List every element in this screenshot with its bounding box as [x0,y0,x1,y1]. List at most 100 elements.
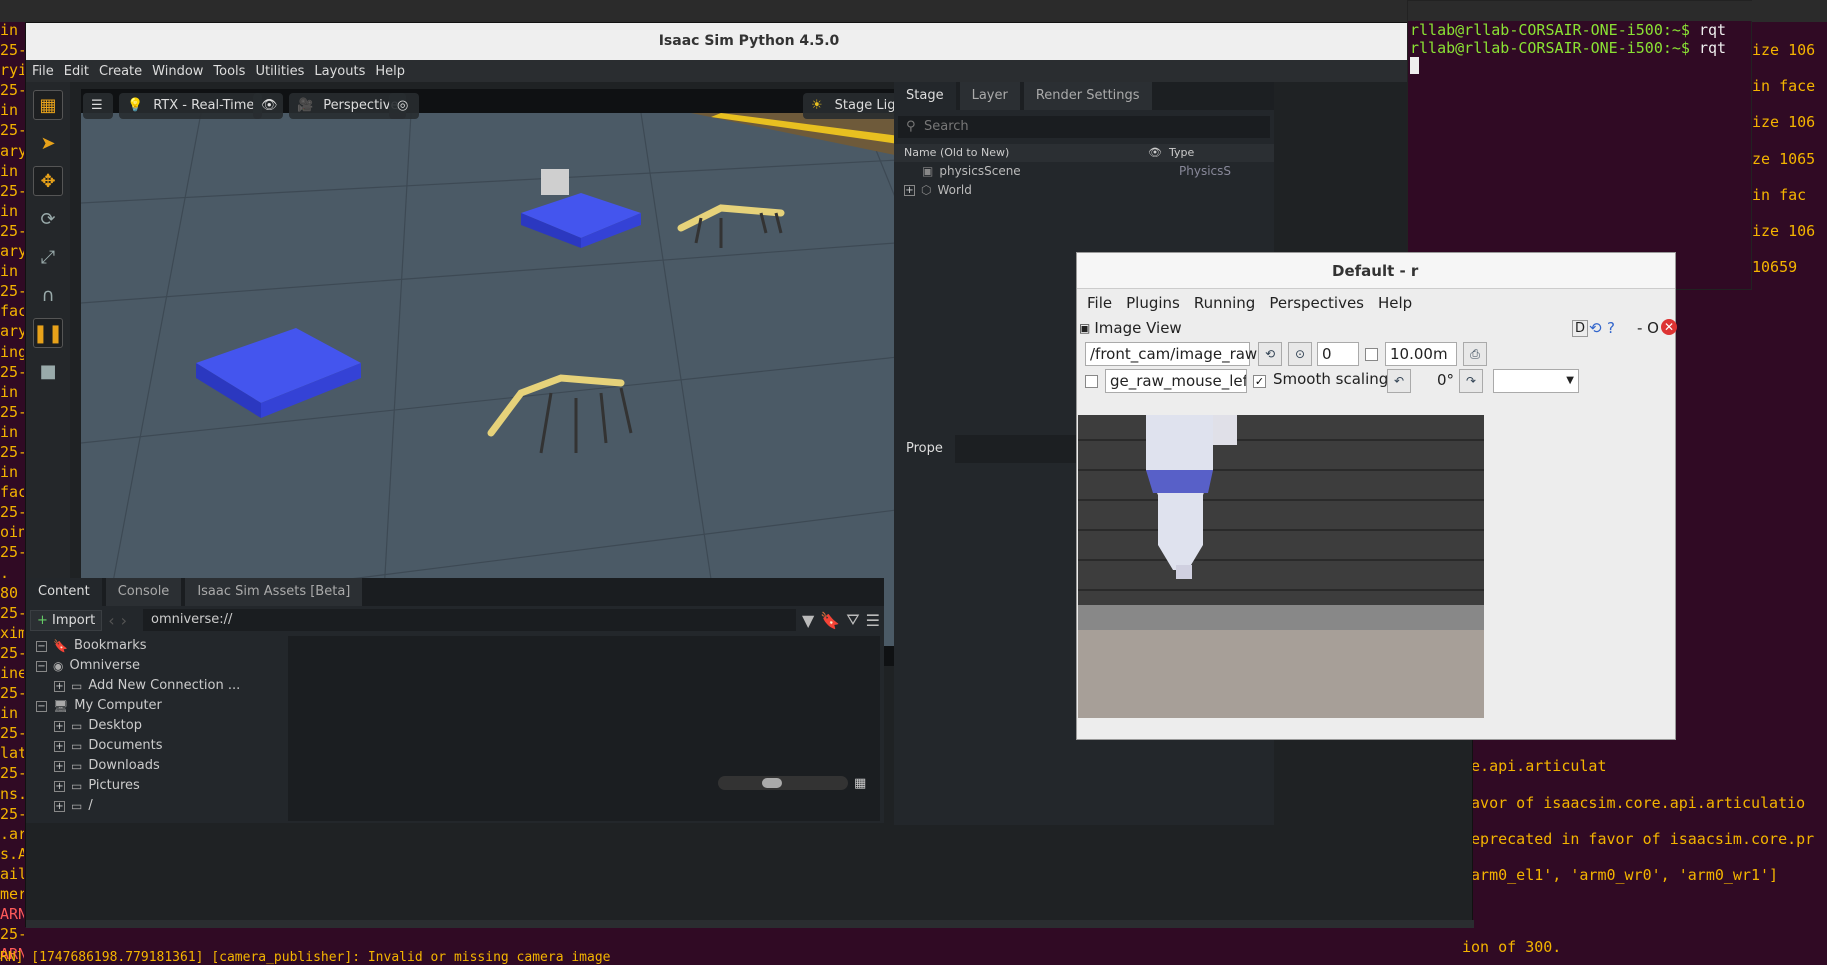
terminal-text-line: 25-0 [0,402,24,421]
rqt-menu-plugins[interactable]: Plugins [1126,294,1180,312]
tab-console[interactable]: Console [105,578,182,606]
camera-image[interactable] [1078,415,1484,718]
stop-icon[interactable]: ■ [33,356,63,386]
menu-help[interactable]: Help [375,64,405,79]
max-range-spinbox[interactable]: 10.00m [1385,342,1457,366]
expand-icon[interactable]: − [36,660,47,672]
expand-icon[interactable]: + [54,800,65,812]
rotate-right-icon[interactable]: ↷ [1459,369,1483,393]
terminal-window[interactable]: rllab@rllab-CORSAIR-ONE-i500:~$ rqt rlla… [1407,0,1753,290]
close-icon[interactable]: ✕ [1661,319,1677,335]
rqt-menu-running[interactable]: Running [1194,294,1255,312]
visibility-eye-icon[interactable]: 👁 [253,93,283,119]
expand-icon[interactable]: − [36,640,47,652]
path-input[interactable]: omniverse:// [143,609,796,631]
tab-content[interactable]: Content [26,578,102,606]
audio-icon[interactable]: ◎ [389,93,419,119]
terminal-text-line: lati [0,744,24,763]
menu-tools[interactable]: Tools [213,64,245,79]
horizontal-scrollbar[interactable] [718,776,848,790]
tree-item[interactable]: − 🖥 My Computer [26,696,326,716]
stage-search[interactable]: ⚲ Search [898,116,1270,138]
expand-icon[interactable]: + [904,185,915,196]
tab-layer[interactable]: Layer [959,82,1020,110]
snap-magnet-icon[interactable]: ∩ [33,280,63,310]
rqt-menu-help[interactable]: Help [1378,294,1412,312]
chevron-down-icon[interactable]: ▼ [802,611,814,630]
window-titlebar[interactable]: Isaac Sim Python 4.5.0 – [26,23,1472,60]
terminal-left-text: in f25-0ryin25-0in f25-0aryiin25-0in f25… [0,20,24,965]
menu-file[interactable]: File [32,64,54,79]
sun-icon: ☀ [811,98,823,113]
dynamic-range-checkbox[interactable] [1365,348,1378,361]
tree-item[interactable]: + ▭ Documents [26,736,326,756]
expand-icon[interactable]: + [54,760,65,772]
move-tool-icon[interactable]: ✥ [33,166,63,196]
tab-render-settings[interactable]: Render Settings [1023,82,1152,110]
tab-isaac-sim-assets[interactable]: Isaac Sim Assets [Beta] [185,578,363,606]
tree-item[interactable]: + ▭ Add New Connection ... [26,676,326,696]
rqt-menu-file[interactable]: File [1087,294,1112,312]
tree-item[interactable]: + ▭ Downloads [26,756,326,776]
menu-window[interactable]: Window [152,64,203,79]
tree-item[interactable]: + ▭ Pictures [26,776,326,796]
min-value-spinbox[interactable]: 0 [1317,342,1359,366]
tree-item[interactable]: + ▭ / [26,796,326,816]
drive-icon: ▭ [71,739,83,753]
viewport-scene[interactable] [81,113,1031,646]
tree-item[interactable]: − ◉ Omniverse [26,656,326,676]
rotate-tool-icon[interactable]: ⟳ [33,204,63,234]
scale-tool-icon[interactable]: ⤢ [33,242,63,272]
stage-row-world[interactable]: + ⬡ World [894,181,1274,200]
import-button[interactable]: + Import [30,609,103,631]
scene-render [81,113,1031,646]
help-icon[interactable]: ? [1607,319,1615,337]
tree-item[interactable]: + ▭ Desktop [26,716,326,736]
filter-icon[interactable]: ⛛ [846,610,859,630]
plugin-controls[interactable]: - O [1637,319,1659,337]
smooth-scaling-checkbox[interactable]: ✓ [1253,375,1266,388]
plugin-help-buttons[interactable]: D [1572,319,1589,337]
rotate-left-icon[interactable]: ↶ [1387,369,1411,393]
tab-stage[interactable]: Stage [894,82,956,110]
rqt-menu-perspectives[interactable]: Perspectives [1269,294,1364,312]
expand-icon[interactable]: + [54,720,65,732]
grid-view-icon[interactable]: ▦ [854,776,866,791]
terminal-command: rqt [1698,39,1727,57]
back-icon[interactable]: ‹ [108,611,114,630]
stage-row-physicsscene[interactable]: ▣ physicsScene PhysicsS [894,162,1274,181]
terminal-text-line: in [0,161,19,180]
save-image-icon[interactable]: ⎙ [1463,342,1487,366]
expand-icon[interactable]: + [54,780,65,792]
expand-icon[interactable]: + [54,680,65,692]
zoom-fit-icon[interactable]: ⊙ [1288,342,1312,366]
select-mode-icon[interactable]: ▦ [33,90,63,120]
color-scheme-dropdown[interactable]: ▼ [1493,369,1579,393]
file-browser-pane[interactable]: ▦ [288,636,880,821]
folder-icon: 🖥 [53,699,69,713]
topic-dropdown[interactable]: /front_cam/image_raw ▼ [1085,342,1257,381]
menu-create[interactable]: Create [99,64,142,79]
menu-icon[interactable]: ☰ [866,611,880,630]
terminal-text-line: ize 106 [1752,41,1816,59]
menu-utilities[interactable]: Utilities [255,64,304,79]
rqt-titlebar[interactable]: Default - r [1077,253,1675,289]
tree-item[interactable]: − 🔖 Bookmarks [26,636,326,656]
terminal-titlebar[interactable] [1408,1,1753,21]
render-mode-dropdown[interactable]: 💡 RTX - Real-Time [119,93,263,119]
image-view-icon: ▣ [1079,321,1091,335]
refresh-icon[interactable]: ⟲ [1589,319,1602,337]
mouse-publish-checkbox[interactable] [1085,375,1098,388]
menu-layouts[interactable]: Layouts [314,64,365,79]
select-pointer-icon[interactable]: ➤ [33,128,63,158]
pause-icon[interactable]: ❚❚ [33,318,63,348]
expand-icon[interactable]: + [54,740,65,752]
viewport-settings-icon[interactable]: ☰ [83,93,113,119]
bookmark-icon[interactable]: 🔖 [820,611,840,630]
forward-icon[interactable]: › [121,611,127,630]
mouse-topic-input[interactable]: ge_raw_mouse_left [1105,369,1247,393]
menu-edit[interactable]: Edit [64,64,89,79]
expand-icon[interactable]: − [36,700,47,712]
tab-property[interactable]: Prope [894,435,955,463]
refresh-topics-icon[interactable]: ⟲ [1258,342,1282,366]
